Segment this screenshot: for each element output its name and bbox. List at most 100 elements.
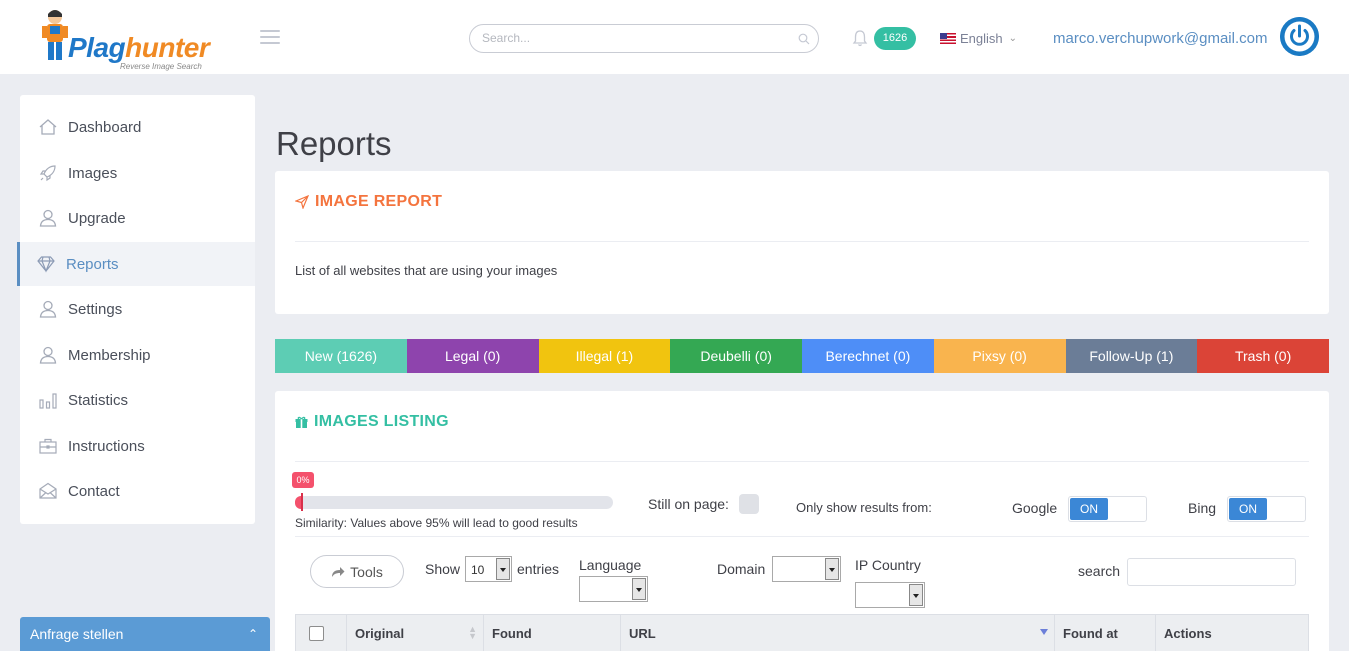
sidebar-item-label: Membership xyxy=(68,346,151,364)
gift-icon xyxy=(295,416,308,428)
user-icon xyxy=(39,209,57,227)
status-tab-trash[interactable]: Trash (0) xyxy=(1197,339,1329,373)
similarity-slider-handle[interactable] xyxy=(301,493,304,511)
image-report-header: IMAGE REPORT xyxy=(295,193,442,211)
language-label: English xyxy=(960,31,1003,46)
bing-toggle[interactable]: ON xyxy=(1227,496,1306,522)
sidebar-item-images[interactable]: Images xyxy=(20,151,255,195)
notification-count-badge[interactable]: 1626 xyxy=(874,27,916,50)
image-report-card: IMAGE REPORT List of all websites that a… xyxy=(275,171,1329,314)
status-tab-legal[interactable]: Legal (0) xyxy=(406,339,539,373)
status-tab-berechnet[interactable]: Berechnet (0) xyxy=(802,339,934,373)
divider xyxy=(295,461,1309,462)
briefcase-icon xyxy=(39,438,57,454)
anfrage-label: Anfrage stellen xyxy=(30,626,124,642)
envelope-icon xyxy=(39,482,57,499)
still-on-page-label: Still on page: xyxy=(648,496,729,512)
page-title: Reports xyxy=(276,125,392,162)
tools-label: Tools xyxy=(350,563,383,580)
diamond-icon xyxy=(37,256,55,273)
power-icon[interactable] xyxy=(1280,17,1319,56)
sort-icon: ▲ ▼ xyxy=(468,624,477,641)
google-toggle[interactable]: ON xyxy=(1068,496,1147,522)
sidebar-item-contact[interactable]: Contact xyxy=(20,469,255,513)
sidebar-item-membership[interactable]: Membership xyxy=(20,333,255,377)
column-found[interactable]: Found xyxy=(484,615,621,651)
user-icon xyxy=(39,346,57,364)
mascot-icon xyxy=(42,10,68,60)
status-tab-deubelli[interactable]: Deubelli (0) xyxy=(670,339,802,373)
global-search[interactable] xyxy=(469,24,819,53)
domain-filter-label: Domain xyxy=(717,561,766,577)
status-filter-bar: New (1626) Legal (0) Illegal (1) Deubell… xyxy=(275,339,1329,373)
sidebar-item-label: Dashboard xyxy=(68,118,142,136)
chevron-down-icon: ⌄ xyxy=(1008,33,1018,44)
plaghunter-logo[interactable]: Plaghunter Reverse Image Search xyxy=(38,6,228,72)
sidebar-item-upgrade[interactable]: Upgrade xyxy=(20,196,255,240)
show-label: Show xyxy=(425,561,461,577)
table-search-input[interactable] xyxy=(1127,558,1296,586)
column-original[interactable]: Original ▲ ▼ xyxy=(347,615,484,651)
divider xyxy=(295,536,1309,537)
sidebar-item-label: Instructions xyxy=(68,437,145,455)
column-found-at[interactable]: Found at xyxy=(1055,615,1156,651)
select-all-checkbox[interactable] xyxy=(309,625,324,641)
paper-plane-icon xyxy=(295,195,309,209)
images-listing-header: IMAGES LISTING xyxy=(295,413,449,431)
menu-toggle-icon[interactable] xyxy=(260,30,280,44)
entries-per-page-select[interactable]: 10 xyxy=(465,556,512,582)
rocket-icon xyxy=(39,165,56,182)
images-listing-title: IMAGES LISTING xyxy=(314,413,449,430)
status-tab-illegal[interactable]: Illegal (1) xyxy=(538,339,671,373)
column-label: Original xyxy=(355,625,405,641)
image-report-description: List of all websites that are using your… xyxy=(295,263,558,278)
domain-filter-select[interactable] xyxy=(772,556,841,582)
similarity-slider[interactable] xyxy=(295,496,613,509)
select-all-cell xyxy=(296,615,347,651)
share-arrow-icon xyxy=(332,566,345,577)
ip-country-filter-label: IP Country xyxy=(855,557,921,573)
language-filter-label: Language xyxy=(579,557,642,573)
entries-label: entries xyxy=(517,561,560,577)
ip-country-filter-select[interactable] xyxy=(855,582,925,608)
status-tab-follow-up[interactable]: Follow-Up (1) xyxy=(1065,339,1198,373)
global-search-input[interactable] xyxy=(482,31,782,45)
similarity-hint: Similarity: Values above 95% will lead t… xyxy=(295,516,578,530)
column-label: Found xyxy=(492,625,532,641)
sidebar: Dashboard Images Upgrade Reports Setting… xyxy=(17,95,255,524)
column-label: URL xyxy=(629,625,656,641)
images-listing-card: IMAGES LISTING 0% Similarity: Values abo… xyxy=(275,391,1329,651)
home-icon xyxy=(39,119,57,135)
user-icon xyxy=(39,300,57,318)
dropdown-arrow-icon xyxy=(632,578,646,600)
language-filter-select[interactable] xyxy=(579,576,648,602)
user-email[interactable]: marco.verchupwork@gmail.com xyxy=(1053,30,1267,47)
top-header: Plaghunter Reverse Image Search 1626 Eng… xyxy=(0,0,1349,74)
column-url[interactable]: URL xyxy=(621,615,1055,651)
chevron-up-icon: ⌃ xyxy=(247,627,258,641)
bing-label: Bing xyxy=(1188,500,1217,516)
language-selector[interactable]: English ⌄ xyxy=(940,31,1017,46)
sidebar-item-label: Upgrade xyxy=(68,209,126,227)
sidebar-item-statistics[interactable]: Statistics xyxy=(20,378,255,422)
sidebar-item-dashboard[interactable]: Dashboard xyxy=(20,105,255,149)
table-search-label: search xyxy=(1078,563,1121,579)
bell-icon[interactable] xyxy=(852,29,868,47)
search-icon xyxy=(798,33,810,45)
anfrage-stellen-button[interactable]: Anfrage stellen ⌃ xyxy=(20,617,270,651)
image-report-title: IMAGE REPORT xyxy=(315,193,443,210)
dropdown-arrow-icon xyxy=(825,558,839,580)
still-on-page-checkbox[interactable] xyxy=(739,494,759,514)
bing-toggle-on: ON xyxy=(1229,498,1267,520)
column-label: Actions xyxy=(1164,625,1212,641)
divider xyxy=(295,241,1309,242)
sidebar-item-instructions[interactable]: Instructions xyxy=(20,424,255,468)
status-tab-pixsy[interactable]: Pixsy (0) xyxy=(933,339,1066,373)
us-flag-icon xyxy=(940,33,956,44)
logo-wordmark: Plaghunter xyxy=(68,32,210,63)
status-tab-new[interactable]: New (1626) xyxy=(275,339,407,373)
sidebar-item-reports[interactable]: Reports xyxy=(17,242,255,286)
sidebar-item-label: Contact xyxy=(68,482,120,500)
sidebar-item-settings[interactable]: Settings xyxy=(20,287,255,331)
tools-button[interactable]: Tools xyxy=(310,555,404,588)
